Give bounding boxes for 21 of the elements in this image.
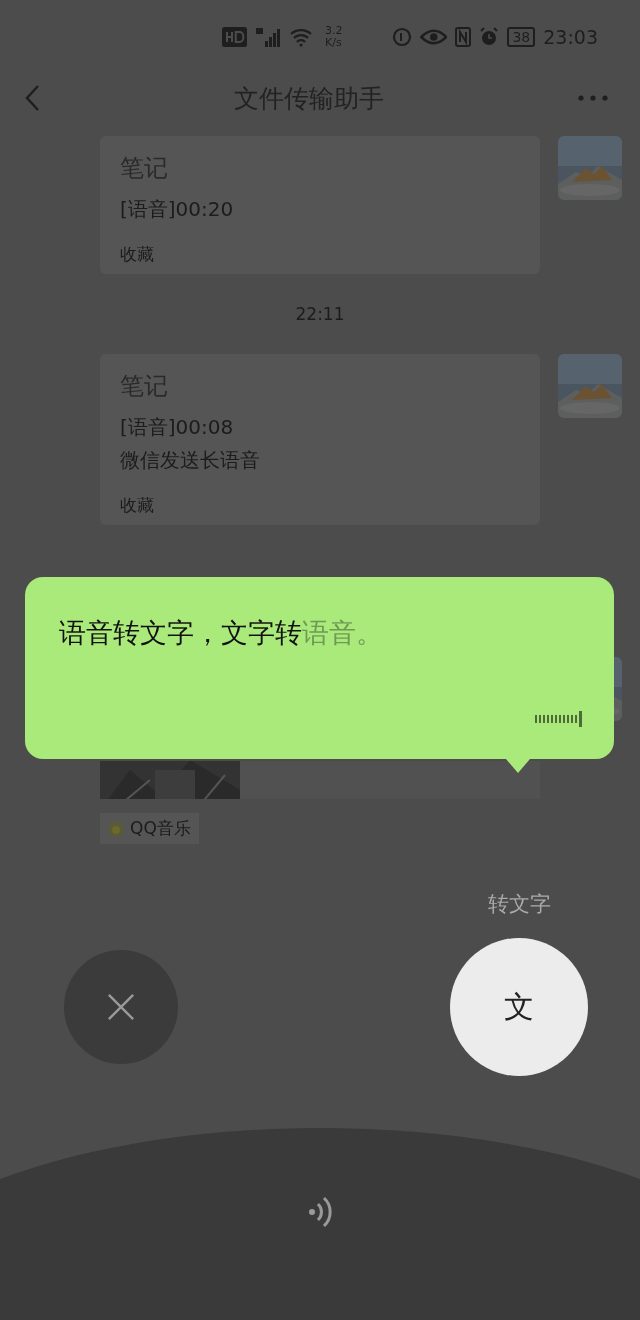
music-card[interactable]: [100, 761, 540, 799]
note-source: 收藏: [120, 494, 155, 517]
back-icon: [24, 84, 40, 112]
close-icon: [107, 993, 135, 1021]
note-text: [语音]00:20: [120, 196, 235, 223]
convert-label: 转文字: [487, 891, 551, 918]
eye-icon: [419, 27, 448, 47]
data-saver-icon: [391, 27, 412, 47]
music-source: QQ音乐: [130, 817, 191, 840]
convert-to-text-button[interactable]: 文: [450, 938, 588, 1076]
note-text: [语音]00:08: [120, 414, 235, 441]
music-app-icon: [108, 820, 124, 837]
alarm-icon: [479, 27, 500, 47]
signal-icon: [255, 27, 281, 47]
note-source: 收藏: [120, 243, 155, 266]
transcript-text: 语音转文字，文字转语音。: [59, 616, 384, 650]
wifi-icon: [289, 27, 313, 47]
note-text: 微信发送长语音: [120, 447, 261, 474]
hd-icon: [222, 27, 247, 47]
more-icon: [578, 95, 608, 101]
nfc-icon: [455, 27, 472, 47]
